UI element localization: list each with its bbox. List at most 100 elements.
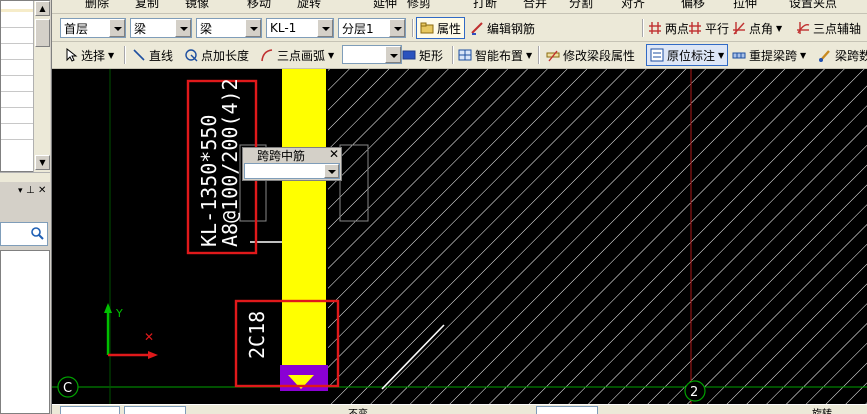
beam-label-line2[interactable]: A8@100/200(4)2: [218, 78, 242, 247]
modify-segment-properties-button[interactable]: 修改梁段属性: [546, 44, 635, 66]
in-situ-label-button[interactable]: 原位标注 ▼: [646, 44, 729, 66]
extend-icon: [356, 0, 370, 9]
edit-rebar-button[interactable]: 编辑钢筋: [470, 17, 535, 39]
parallel-axis-button[interactable]: 平行: [688, 17, 729, 39]
close-icon[interactable]: ✕: [328, 148, 340, 161]
status-field[interactable]: [60, 406, 120, 414]
break-button[interactable]: 打断: [456, 0, 497, 13]
chevron-down-icon[interactable]: ▼: [800, 51, 806, 60]
list-row[interactable]: [1, 107, 33, 108]
category-select[interactable]: 梁: [130, 18, 192, 38]
re-extract-span-button[interactable]: 重提梁跨 ▼: [732, 44, 806, 66]
ucs-y-label: Y: [115, 307, 123, 320]
scroll-up-icon[interactable]: ▲: [35, 1, 50, 16]
popup-value-select[interactable]: [244, 163, 340, 179]
rotate-icon: [280, 0, 294, 9]
beam-yellow[interactable]: [282, 69, 326, 391]
three-point-arc-button[interactable]: 三点画弧 ▼: [260, 44, 334, 66]
stretch-button[interactable]: 拉伸: [716, 0, 757, 13]
draw-toolbar: 选择 ▼ 直线 点加长度 三点画弧 ▼ 矩形 智能布置 ▼ 修改梁段属性 原位标注 ▼ …: [52, 42, 867, 69]
delete-button[interactable]: 删除: [68, 0, 109, 13]
merge-button[interactable]: 合并: [506, 0, 547, 13]
edit-rebar-icon: [471, 22, 483, 35]
chevron-down-icon[interactable]: ▼: [108, 51, 114, 60]
three-point-axis-button[interactable]: 三点辅轴: [796, 17, 861, 39]
span-brush-button[interactable]: 梁跨数: [818, 44, 867, 66]
chevron-down-icon[interactable]: [389, 19, 405, 37]
chevron-down-icon[interactable]: ▼: [328, 51, 334, 60]
list-row-selected[interactable]: [1, 9, 33, 12]
offset-icon: [664, 0, 678, 9]
chevron-down-icon[interactable]: ▼: [718, 51, 724, 60]
component-name-select[interactable]: KL-1: [266, 18, 334, 38]
line-button[interactable]: 直线: [132, 44, 173, 66]
parallel-axis-icon: [689, 22, 701, 34]
rotate-button[interactable]: 旋转: [280, 0, 321, 13]
break-icon: [456, 0, 470, 9]
scroll-down-icon[interactable]: ▼: [35, 155, 50, 170]
smart-layout-button[interactable]: 智能布置 ▼: [458, 44, 532, 66]
chevron-down-icon[interactable]: [175, 19, 191, 37]
set-grip-button[interactable]: 设置夹点: [772, 0, 837, 13]
chevron-down-icon[interactable]: [385, 46, 401, 63]
rebar-label[interactable]: 2C18: [245, 311, 269, 359]
status-field[interactable]: [124, 406, 186, 414]
svg-text:⊥: ⊥: [26, 185, 35, 196]
list-row[interactable]: [1, 75, 33, 76]
list-hscrollbar[interactable]: [0, 172, 50, 182]
chevron-down-icon[interactable]: ▼: [526, 51, 532, 60]
component-tree[interactable]: [0, 250, 50, 414]
properties-icon: [420, 22, 434, 34]
chevron-down-icon[interactable]: [109, 19, 125, 37]
ucs-x-arrow-icon: [148, 351, 158, 359]
list-row[interactable]: [1, 43, 33, 44]
status-offset-field[interactable]: [536, 406, 598, 414]
rectangle-button[interactable]: 矩形: [402, 44, 443, 66]
point-length-button[interactable]: 点加长度: [184, 44, 249, 66]
trim-button[interactable]: 修剪: [390, 0, 431, 13]
split-button[interactable]: 分割: [552, 0, 593, 13]
mirror-button[interactable]: 镜像: [168, 0, 209, 13]
arc-parameter-input[interactable]: [342, 45, 402, 64]
search-input[interactable]: [0, 222, 48, 246]
list-row[interactable]: [1, 123, 33, 124]
ucs-y-arrow-icon: [104, 303, 112, 313]
delete-icon: [68, 0, 82, 9]
re-extract-span-icon: [732, 52, 746, 59]
properties-button[interactable]: 属性: [416, 17, 466, 39]
toolbar-separator: [124, 46, 126, 64]
slab-hatch[interactable]: [328, 69, 867, 404]
scroll-thumb[interactable]: [35, 19, 50, 47]
two-point-axis-button[interactable]: 两点: [648, 17, 689, 39]
type-select[interactable]: 梁: [196, 18, 262, 38]
offset-button[interactable]: 偏移: [664, 0, 705, 13]
search-icon[interactable]: [30, 226, 44, 240]
copy-button[interactable]: 复制: [118, 0, 159, 13]
align-button[interactable]: 对齐: [604, 0, 645, 13]
list-vscrollbar[interactable]: ▲ ▼: [33, 1, 50, 172]
list-row[interactable]: [1, 139, 33, 140]
point-angle-axis-button[interactable]: 点角 ▼: [732, 17, 782, 39]
arc-icon: [261, 49, 273, 62]
chevron-down-icon[interactable]: ▼: [776, 24, 782, 33]
chevron-down-icon[interactable]: [245, 19, 261, 37]
pin-close-icons[interactable]: ▾ ⊥ ✕: [0, 182, 50, 196]
component-list[interactable]: ▲ ▼: [0, 0, 50, 172]
chevron-down-icon[interactable]: [317, 19, 333, 37]
move-button[interactable]: 移动: [230, 0, 271, 13]
align-icon: [604, 0, 618, 9]
rectangle-icon: [402, 50, 416, 60]
list-row[interactable]: [1, 59, 33, 60]
cad-drawing[interactable]: KL-1350*550 A8@100/200(4)2 2C18 Y ✕ C 2: [52, 69, 867, 404]
status-item[interactable]: 旋转: [812, 405, 852, 414]
toolbar-separator: [642, 19, 644, 37]
list-row[interactable]: [1, 27, 33, 28]
sublayer-select[interactable]: 分层1: [338, 18, 406, 38]
rebar-popup[interactable]: 跨跨中筋 ✕: [242, 147, 342, 181]
drawing-canvas[interactable]: KL-1350*550 A8@100/200(4)2 2C18 Y ✕ C 2: [52, 69, 867, 404]
status-item[interactable]: 不变: [348, 405, 378, 414]
floor-select[interactable]: 首层: [60, 18, 126, 38]
chevron-down-icon[interactable]: [324, 164, 339, 178]
select-button[interactable]: 选择 ▼: [64, 44, 114, 66]
list-row[interactable]: [1, 91, 33, 92]
